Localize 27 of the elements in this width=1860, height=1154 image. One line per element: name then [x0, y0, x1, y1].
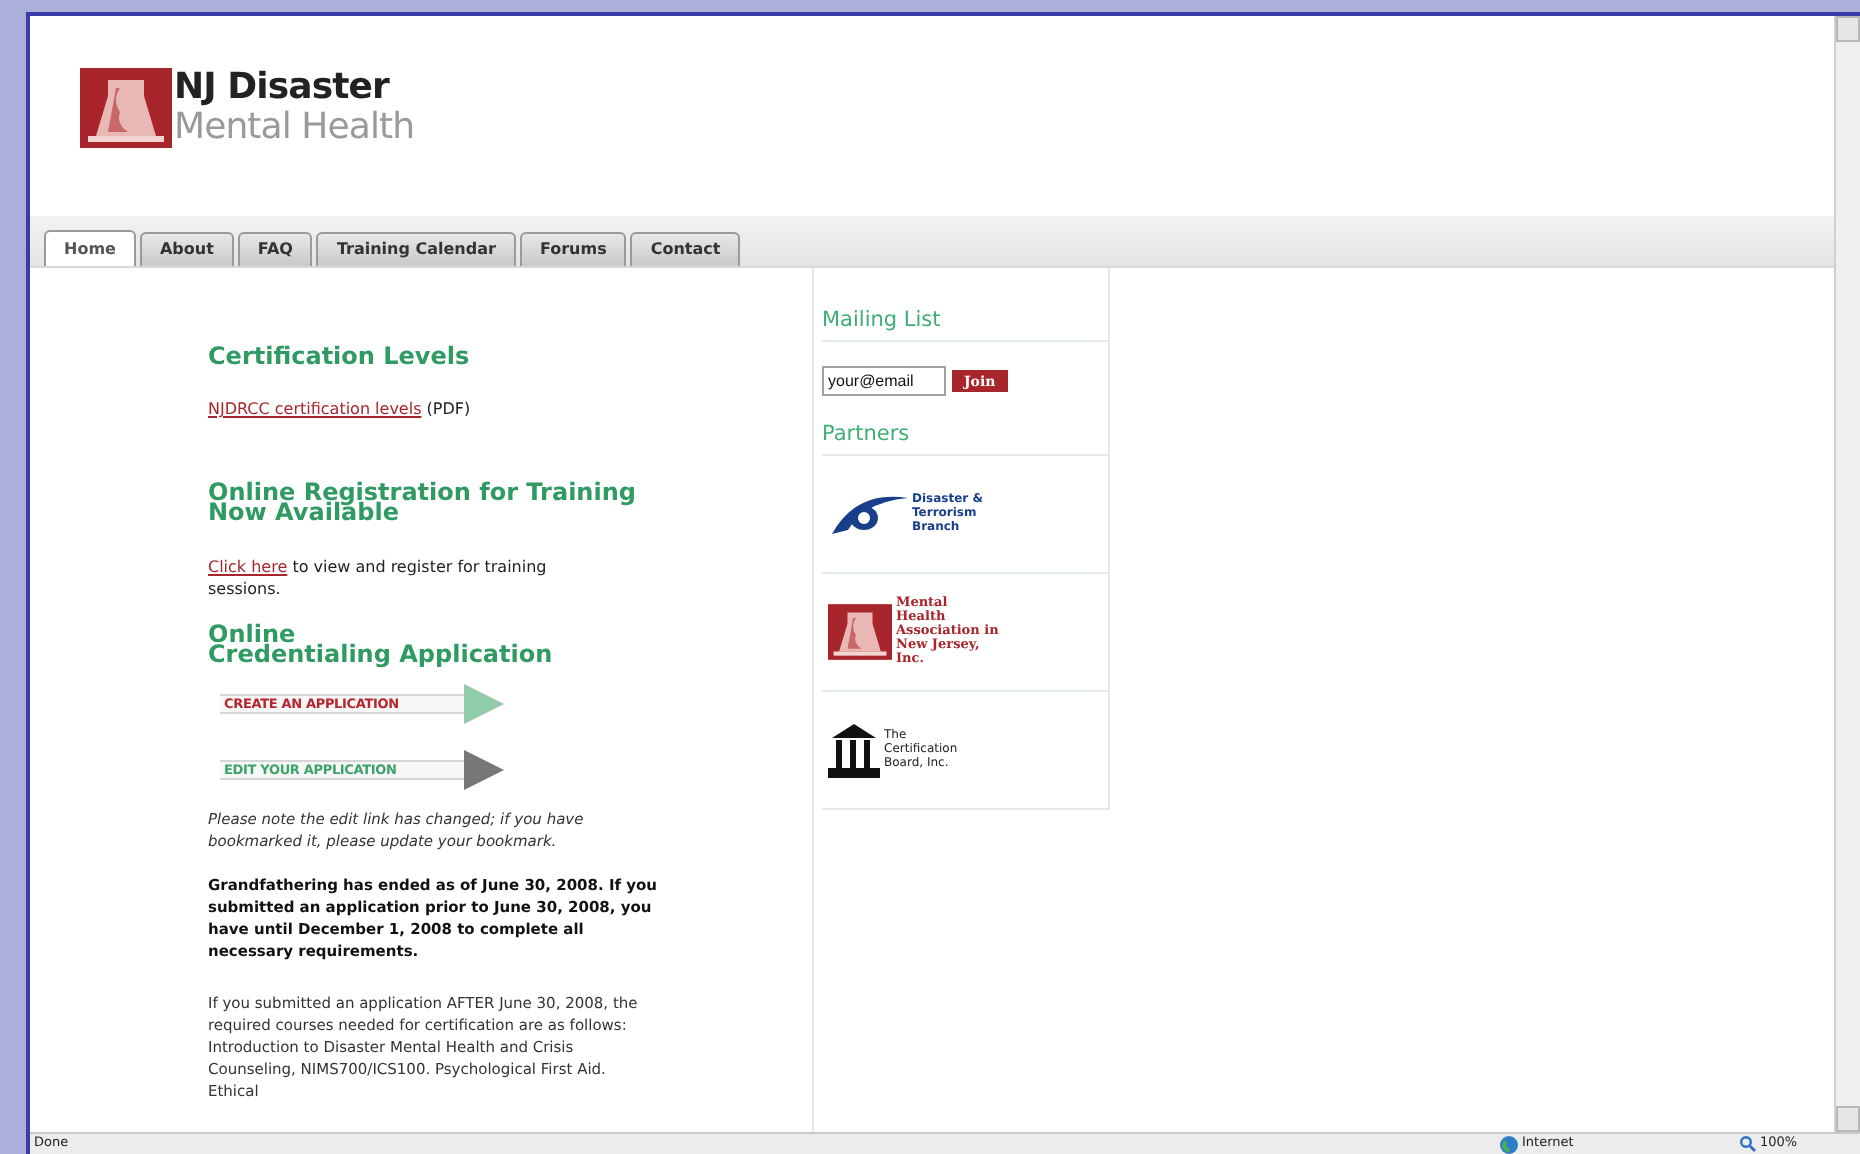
section-heading: Online Credentialing Application — [208, 624, 555, 664]
nav-tab[interactable]: Forums — [519, 232, 627, 266]
arrow-icon — [464, 684, 504, 724]
bell-profile-icon — [828, 603, 892, 659]
building-icon — [828, 721, 880, 777]
site-logo[interactable]: NJ Disaster Mental Health — [80, 68, 415, 148]
sidebar-heading: Mailing List — [822, 306, 1108, 342]
bell-profile-icon — [80, 68, 172, 148]
nav-tab[interactable]: Home — [44, 230, 136, 266]
certification-link[interactable]: NJDRCC certification levels — [208, 400, 422, 418]
globe-icon — [1500, 1135, 1518, 1153]
scrollbar[interactable] — [1834, 16, 1860, 1132]
arrow-icon — [464, 750, 504, 790]
nav-tab[interactable]: Training Calendar — [316, 232, 516, 266]
file-type-label: (PDF) — [426, 400, 471, 418]
logo-subtitle: Mental Health — [174, 108, 415, 148]
section-heading: Certification Levels — [208, 342, 472, 370]
registration-text: Click here to view and register for training sessions. — [208, 556, 549, 600]
nav-tab[interactable]: FAQ — [237, 232, 313, 266]
click-here-link[interactable]: Click here — [208, 558, 288, 576]
zoom-icon — [1740, 1136, 1756, 1152]
logo-title: NJ Disaster — [174, 68, 392, 108]
sidebar-heading: Partners — [822, 419, 1108, 455]
nav-tab[interactable]: Contact — [630, 232, 741, 266]
email-field[interactable]: your@email — [822, 365, 946, 396]
nav-tab[interactable]: About — [139, 232, 234, 266]
section-heading: Online Registration for Training Now Available — [208, 482, 638, 522]
